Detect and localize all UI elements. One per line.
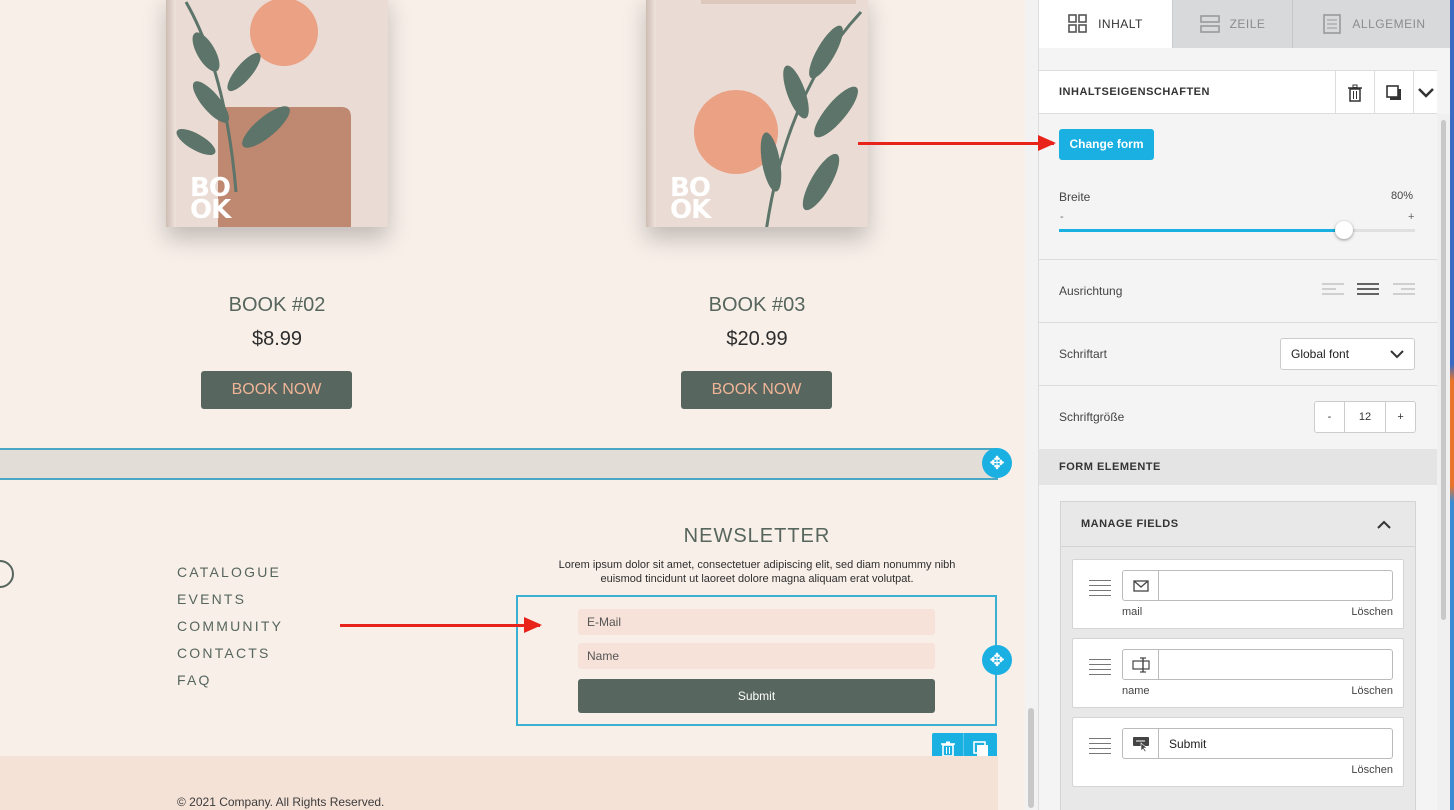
field-name: name	[1122, 685, 1150, 697]
drag-handle-icon[interactable]	[1089, 738, 1111, 754]
annotation-arrow	[858, 135, 1056, 151]
field-card-name: name Löschen	[1072, 638, 1404, 708]
form-elements-title: FORM ELEMENTE	[1059, 461, 1161, 473]
footer-link-catalogue[interactable]: CATALOGUE	[177, 564, 281, 580]
width-slider-fill	[1059, 229, 1344, 232]
book-logo: BO OK	[190, 173, 231, 225]
book-cover-image: BO OK	[166, 0, 388, 227]
social-icon[interactable]	[0, 560, 14, 588]
width-value: 80%	[1391, 190, 1414, 202]
field-label-input[interactable]: Submit	[1122, 728, 1393, 759]
width-label: Breite	[1059, 190, 1091, 204]
chevron-down-icon[interactable]	[1413, 71, 1437, 114]
button-icon	[1123, 729, 1159, 758]
tab-label: INHALT	[1098, 17, 1143, 31]
move-row-icon[interactable]: ✥	[982, 448, 1012, 478]
font-size-input[interactable]: 12	[1343, 402, 1387, 432]
field-card-submit: Submit Löschen	[1072, 717, 1404, 787]
book-price: $8.99	[251, 328, 303, 350]
delete-field-link[interactable]: Löschen	[1351, 764, 1393, 776]
name-field[interactable]: Name	[578, 643, 935, 669]
book-now-button[interactable]: BOOK NOW	[681, 371, 832, 409]
properties-title: INHALTSEIGENSCHAFTEN	[1059, 86, 1210, 98]
manage-fields-accordion: MANAGE FIELDS mail Löschen name Löschen …	[1060, 501, 1416, 810]
panel-tabs: INHALT ZEILE ALLGEMEIN	[1039, 0, 1454, 48]
width-plus-label: +	[1408, 211, 1415, 223]
canvas-scrollbar[interactable]	[1025, 0, 1038, 810]
properties-header: INHALTSEIGENSCHAFTEN	[1039, 70, 1437, 114]
drag-handle-icon[interactable]	[1089, 659, 1111, 675]
increment-button[interactable]: +	[1386, 402, 1415, 432]
chevron-up-icon[interactable]	[1377, 520, 1391, 529]
chevron-down-icon	[1390, 350, 1404, 359]
copyright-text: © 2021 Company. All Rights Reserved.	[177, 795, 385, 809]
email-field[interactable]: E-Mail	[578, 609, 935, 635]
text-cursor-icon	[1123, 650, 1159, 679]
annotation-arrow	[340, 617, 542, 633]
duplicate-icon[interactable]	[1374, 71, 1413, 114]
width-slider-handle[interactable]	[1334, 221, 1353, 239]
window-edge	[1450, 0, 1454, 810]
form-elements-section: FORM ELEMENTE	[1039, 449, 1437, 485]
footer-link-faq[interactable]: FAQ	[177, 672, 212, 688]
book-now-button[interactable]: BOOK NOW	[201, 371, 352, 409]
field-name: mail	[1122, 606, 1143, 618]
tab-allgemein[interactable]: ALLGEMEIN	[1293, 0, 1454, 48]
field-card-mail: mail Löschen	[1072, 559, 1404, 629]
width-slider[interactable]	[1059, 221, 1415, 239]
tab-label: ZEILE	[1229, 17, 1266, 31]
font-size-stepper: - 12 +	[1314, 401, 1416, 433]
alignment-label: Ausrichtung	[1059, 284, 1123, 298]
footer-link-community[interactable]: COMMUNITY	[177, 618, 283, 634]
drag-handle-icon[interactable]	[1089, 580, 1111, 596]
tab-zeile[interactable]: ZEILE	[1173, 0, 1293, 48]
mail-icon	[1123, 571, 1159, 600]
trash-icon[interactable]	[1335, 71, 1374, 114]
book-cover-image: BO OK	[646, 0, 868, 227]
book-title: BOOK #03	[708, 294, 806, 316]
footer-band	[0, 756, 998, 810]
move-element-icon[interactable]: ✥	[982, 645, 1012, 675]
newsletter-text: Lorem ipsum dolor sit amet, consectetuer…	[558, 559, 956, 585]
properties-panel: INHALT ZEILE ALLGEMEIN INHALTSEIGENSCHAF…	[1038, 0, 1454, 810]
delete-field-link[interactable]: Löschen	[1351, 606, 1393, 618]
book-title: BOOK #02	[228, 294, 326, 316]
footer-link-contacts[interactable]: CONTACTS	[177, 645, 271, 661]
delete-field-link[interactable]: Löschen	[1351, 685, 1393, 697]
rows-icon	[1199, 15, 1220, 33]
align-left-icon[interactable]	[1322, 283, 1344, 297]
newsletter-title: NEWSLETTER	[683, 525, 831, 547]
tab-label: ALLGEMEIN	[1352, 17, 1426, 31]
grid-icon	[1068, 14, 1087, 33]
field-label-input[interactable]	[1122, 570, 1393, 601]
change-form-button[interactable]: Change form	[1059, 129, 1154, 160]
selected-row[interactable]	[0, 448, 998, 480]
decrement-button[interactable]: -	[1315, 402, 1344, 432]
book-price: $20.99	[726, 328, 788, 350]
field-label-input[interactable]	[1122, 649, 1393, 680]
align-center-icon[interactable]	[1357, 283, 1379, 297]
submit-button[interactable]: Submit	[578, 679, 935, 713]
font-select[interactable]: Global font	[1280, 338, 1415, 370]
editor-canvas: BO OK BOOK #02 $8.99 BOOK NOW BO OK BOOK…	[0, 0, 1025, 810]
manage-fields-title: MANAGE FIELDS	[1081, 518, 1179, 530]
document-icon	[1323, 14, 1342, 34]
width-minus-label: -	[1060, 211, 1064, 223]
footer-link-events[interactable]: EVENTS	[177, 591, 246, 607]
font-label: Schriftart	[1059, 347, 1108, 361]
field-label-value: Submit	[1169, 737, 1207, 751]
book-logo: BO OK	[670, 173, 711, 225]
manage-fields-header[interactable]: MANAGE FIELDS	[1061, 502, 1415, 547]
tab-inhalt[interactable]: INHALT	[1039, 0, 1173, 48]
font-size-label: Schriftgröße	[1059, 410, 1125, 424]
align-right-icon[interactable]	[1393, 283, 1415, 297]
font-select-value: Global font	[1291, 347, 1350, 361]
